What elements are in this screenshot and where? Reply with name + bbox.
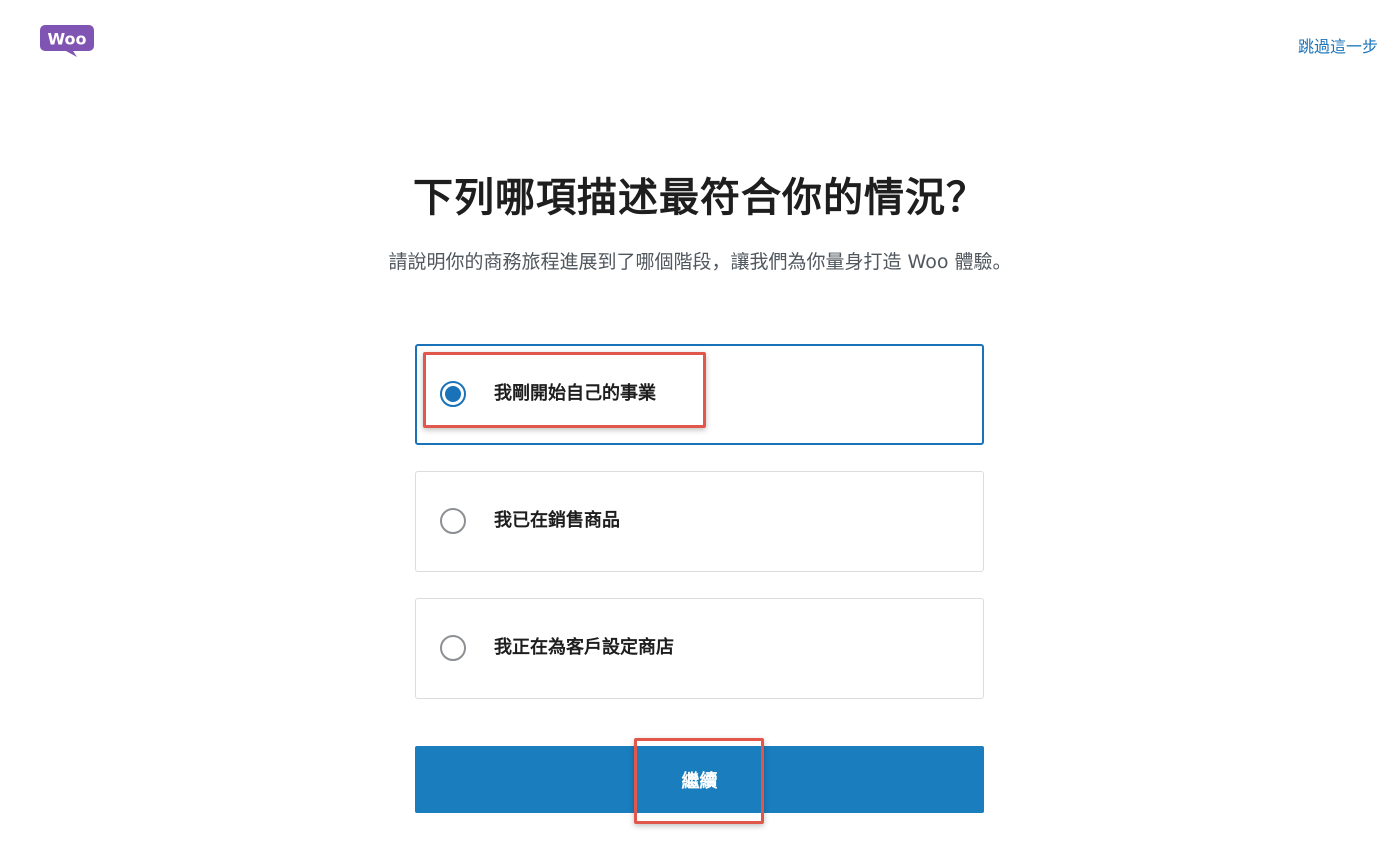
continue-button[interactable]: 繼續 bbox=[415, 746, 984, 813]
option-just-starting[interactable]: 我剛開始自己的事業 bbox=[415, 344, 984, 445]
radio-dot bbox=[445, 386, 461, 402]
option-setting-up-for-client[interactable]: 我正在為客戶設定商店 bbox=[415, 598, 984, 699]
woo-logo-icon: Woo bbox=[40, 25, 94, 57]
onboarding-page: Woo 跳過這一步 下列哪項描述最符合你的情況？ 請說明你的商務旅程進展到了哪個… bbox=[0, 0, 1400, 856]
logo-text: Woo bbox=[47, 30, 86, 49]
business-stage-options: 我剛開始自己的事業 我已在銷售商品 我正在為客戶設定商店 bbox=[415, 344, 984, 725]
woo-logo[interactable]: Woo bbox=[40, 25, 94, 57]
skip-step-link[interactable]: 跳過這一步 bbox=[1298, 33, 1378, 57]
page-subtitle: 請說明你的商務旅程進展到了哪個階段，讓我們為你量身打造 Woo 體驗。 bbox=[388, 251, 1012, 273]
option-label: 我正在為客戶設定商店 bbox=[494, 637, 674, 658]
radio-button[interactable] bbox=[440, 508, 466, 534]
radio-button[interactable] bbox=[440, 635, 466, 661]
page-title: 下列哪項描述最符合你的情況？ bbox=[413, 175, 987, 221]
option-label: 我剛開始自己的事業 bbox=[494, 383, 656, 404]
option-label: 我已在銷售商品 bbox=[494, 510, 620, 531]
radio-button-selected[interactable] bbox=[440, 381, 466, 407]
option-already-selling[interactable]: 我已在銷售商品 bbox=[415, 471, 984, 572]
